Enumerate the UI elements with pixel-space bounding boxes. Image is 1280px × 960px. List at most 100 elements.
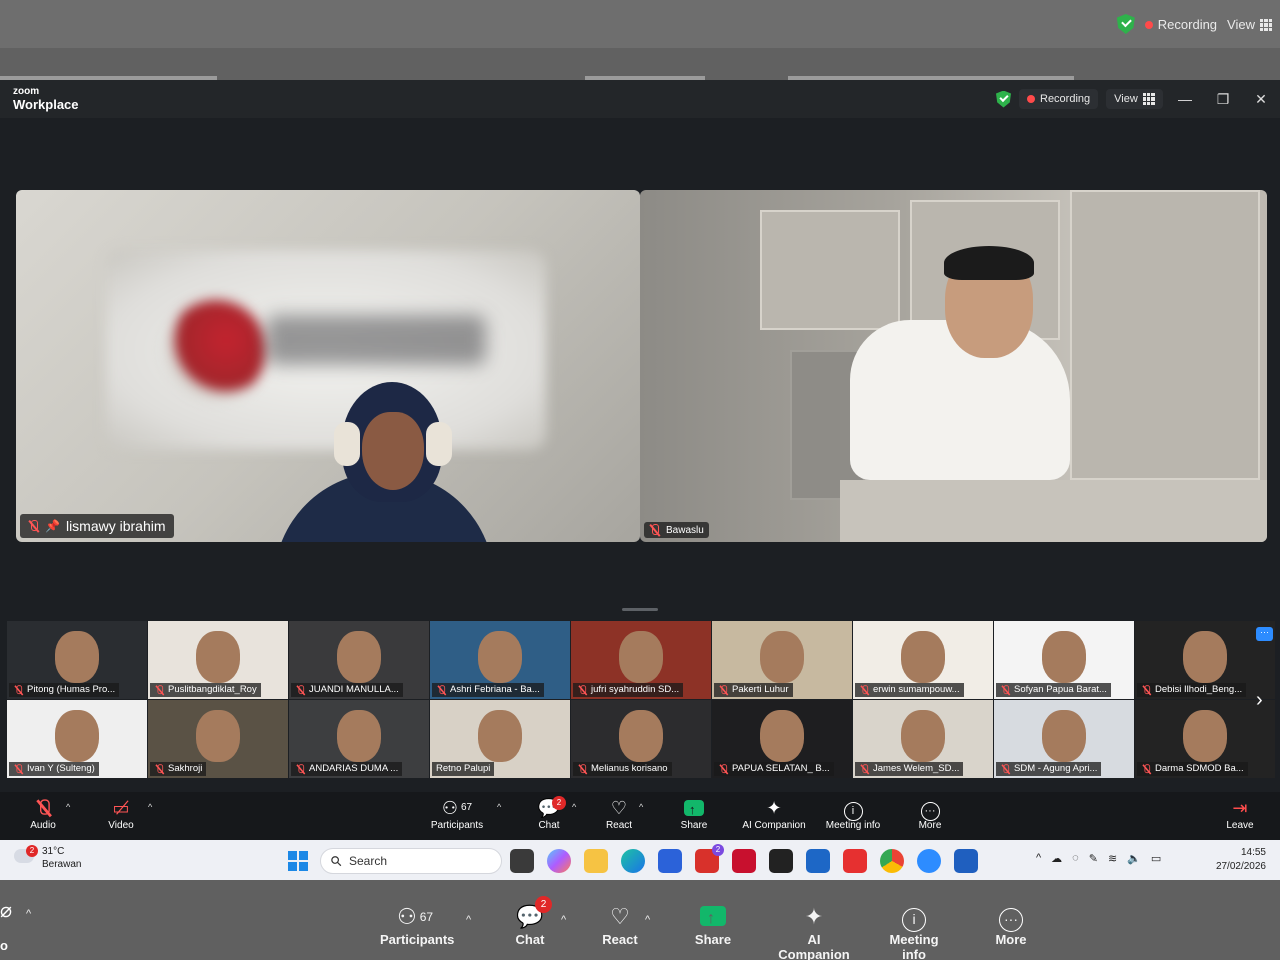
gallery-tile[interactable]: jufri syahruddin SD... (571, 621, 711, 699)
weather-widget[interactable]: 2 31°C Berawan (14, 845, 81, 871)
more-options-icon[interactable]: ··· (1256, 627, 1273, 641)
gallery-tile[interactable]: Ivan Y (Sulteng) (7, 700, 147, 778)
gallery-tile[interactable]: Retno Palupi (430, 700, 570, 778)
ai-companion-button[interactable]: ✦ AI Companion (740, 796, 808, 831)
outer-view-button[interactable]: View (1227, 17, 1272, 32)
video-tile-bawaslu[interactable]: Bawaslu (640, 190, 1267, 542)
video-button[interactable]: ▭̸ Video (106, 796, 136, 831)
store-icon[interactable] (658, 849, 682, 873)
zoom-icon[interactable] (917, 849, 941, 873)
participant-name-label: Bawaslu (644, 522, 709, 538)
video-options-caret[interactable]: ^ (148, 802, 152, 812)
share-button[interactable]: Share (678, 796, 710, 831)
outer-participants-caret[interactable]: ^ (466, 914, 471, 926)
battery-icon[interactable]: ▭ (1151, 852, 1161, 865)
outer-more-button[interactable]: ··· More (994, 902, 1028, 947)
view-button[interactable]: View (1106, 89, 1163, 109)
outer-recording-label[interactable]: Recording (1144, 17, 1217, 32)
gallery-tile[interactable]: Pakerti Luhur (712, 621, 852, 699)
edge-icon[interactable] (621, 849, 645, 873)
gallery-tile-name: PAPUA SELATAN_ B... (714, 762, 834, 776)
taskbar-clock[interactable]: 14:55 27/02/2026 (1216, 846, 1266, 874)
gallery-tile-name: ANDARIAS DUMA ... (291, 762, 403, 776)
outer-react-button[interactable]: ♡ React (602, 902, 638, 947)
audio-button[interactable]: Audio (28, 796, 58, 831)
outer-audio-caret[interactable]: ^ (26, 908, 31, 920)
video-off-icon: ▭̸ (112, 798, 130, 818)
outer-participants-button[interactable]: ⚇ 67 Participants (380, 902, 454, 947)
close-button[interactable]: ✕ (1242, 80, 1280, 118)
chrome-icon[interactable] (880, 849, 904, 873)
pen-icon[interactable]: ✎ (1089, 852, 1098, 865)
participant-image (55, 710, 99, 762)
taskbar-search-input[interactable]: Search (320, 848, 502, 874)
gallery-tile-name: Debisi Ilhodi_Beng... (1137, 683, 1247, 697)
file-explorer-icon[interactable] (584, 849, 608, 873)
participant-name-label: 📌 lismawy ibrahim (20, 514, 174, 538)
resize-handle[interactable] (622, 608, 658, 611)
meeting-info-button[interactable]: i Meeting info (822, 796, 884, 831)
dropbox-icon[interactable] (769, 849, 793, 873)
leave-button[interactable]: ⇥ Leave (1224, 796, 1256, 831)
participant-image (619, 710, 663, 762)
react-options-caret[interactable]: ^ (639, 802, 643, 812)
outlook-icon[interactable] (806, 849, 830, 873)
gallery-tile[interactable]: Debisi Ilhodi_Beng... (1135, 621, 1275, 699)
participant-image (619, 631, 663, 683)
task-view-icon[interactable] (510, 849, 534, 873)
gallery-tile[interactable]: SDM - Agung Apri... (994, 700, 1134, 778)
copilot-icon[interactable] (547, 849, 571, 873)
minimize-button[interactable]: — (1166, 80, 1204, 118)
outer-chat-caret[interactable]: ^ (561, 914, 566, 926)
chat-button[interactable]: 💬 2 Chat (534, 796, 566, 831)
participants-button[interactable]: ⚇ 67 Participants (428, 796, 486, 831)
gallery-tile[interactable]: James Welem_SD... (853, 700, 993, 778)
audio-options-caret[interactable]: ^ (66, 802, 70, 812)
chevron-up-icon[interactable]: ^ (1036, 852, 1041, 865)
leave-icon: ⇥ (1232, 798, 1248, 818)
chat-options-caret[interactable]: ^ (572, 802, 576, 812)
outer-react-caret[interactable]: ^ (645, 914, 650, 926)
react-button[interactable]: ♡ React (604, 796, 634, 831)
wps-icon[interactable] (843, 849, 867, 873)
gallery-tile[interactable]: Sakhroji (148, 700, 288, 778)
volume-icon[interactable]: 🔈 (1127, 852, 1141, 865)
wifi-icon[interactable]: ≋ (1108, 852, 1117, 865)
gallery-tile[interactable]: ANDARIAS DUMA ... (289, 700, 429, 778)
gallery-tile[interactable]: Ashri Febriana - Ba... (430, 621, 570, 699)
outer-recording-indicator: Recording View (1116, 10, 1280, 38)
chat-icon: 💬 2 (514, 896, 552, 932)
network-alert-icon[interactable]: ◌ (1072, 852, 1079, 865)
sparkle-icon: ✦ (766, 798, 782, 818)
gallery-tile[interactable]: Darma SDMOD Ba... (1135, 700, 1275, 778)
mcafee-icon[interactable] (732, 849, 756, 873)
app-l-icon[interactable]: 2 (695, 844, 724, 873)
onedrive-icon[interactable]: ☁ (1051, 852, 1062, 865)
shield-check-icon (996, 90, 1011, 108)
gallery-tile[interactable]: erwin sumampouw... (853, 621, 993, 699)
more-button[interactable]: ··· More (914, 796, 946, 831)
video-tile-lismawy-ibrahim[interactable]: 📌 lismawy ibrahim (16, 190, 640, 542)
zoom-window: zoom Workplace Recording View — ❐ ✕ 📌 li… (0, 80, 1280, 840)
gallery-tile[interactable]: JUANDI MANULLA... (289, 621, 429, 699)
recording-status[interactable]: Recording (1019, 89, 1099, 109)
participant-image (901, 710, 945, 762)
gallery-tile[interactable]: PAPUA SELATAN_ B... (712, 700, 852, 778)
outer-meeting-info-button[interactable]: i Meeting info (876, 902, 952, 960)
chevron-right-icon[interactable]: › (1256, 689, 1263, 712)
info-icon: i (902, 908, 926, 932)
windows-start-icon[interactable] (288, 851, 308, 871)
outer-audio-label[interactable]: o (0, 938, 8, 953)
outer-share-button[interactable]: Share (694, 902, 732, 947)
gallery-tile[interactable]: Melianus korisano (571, 700, 711, 778)
participants-options-caret[interactable]: ^ (497, 802, 501, 812)
outer-chat-button[interactable]: 💬 2 Chat (514, 896, 552, 947)
gallery-tile[interactable]: Sofyan Papua Barat... (994, 621, 1134, 699)
word-icon[interactable] (954, 849, 978, 873)
participant-image (337, 631, 381, 683)
mic-muted-icon (719, 684, 728, 695)
outer-ai-companion-button[interactable]: ✦ AI Companion (772, 902, 856, 960)
restore-button[interactable]: ❐ (1204, 80, 1242, 118)
gallery-tile[interactable]: Puslitbangdiklat_Roy (148, 621, 288, 699)
gallery-tile[interactable]: Pitong (Humas Pro... (7, 621, 147, 699)
